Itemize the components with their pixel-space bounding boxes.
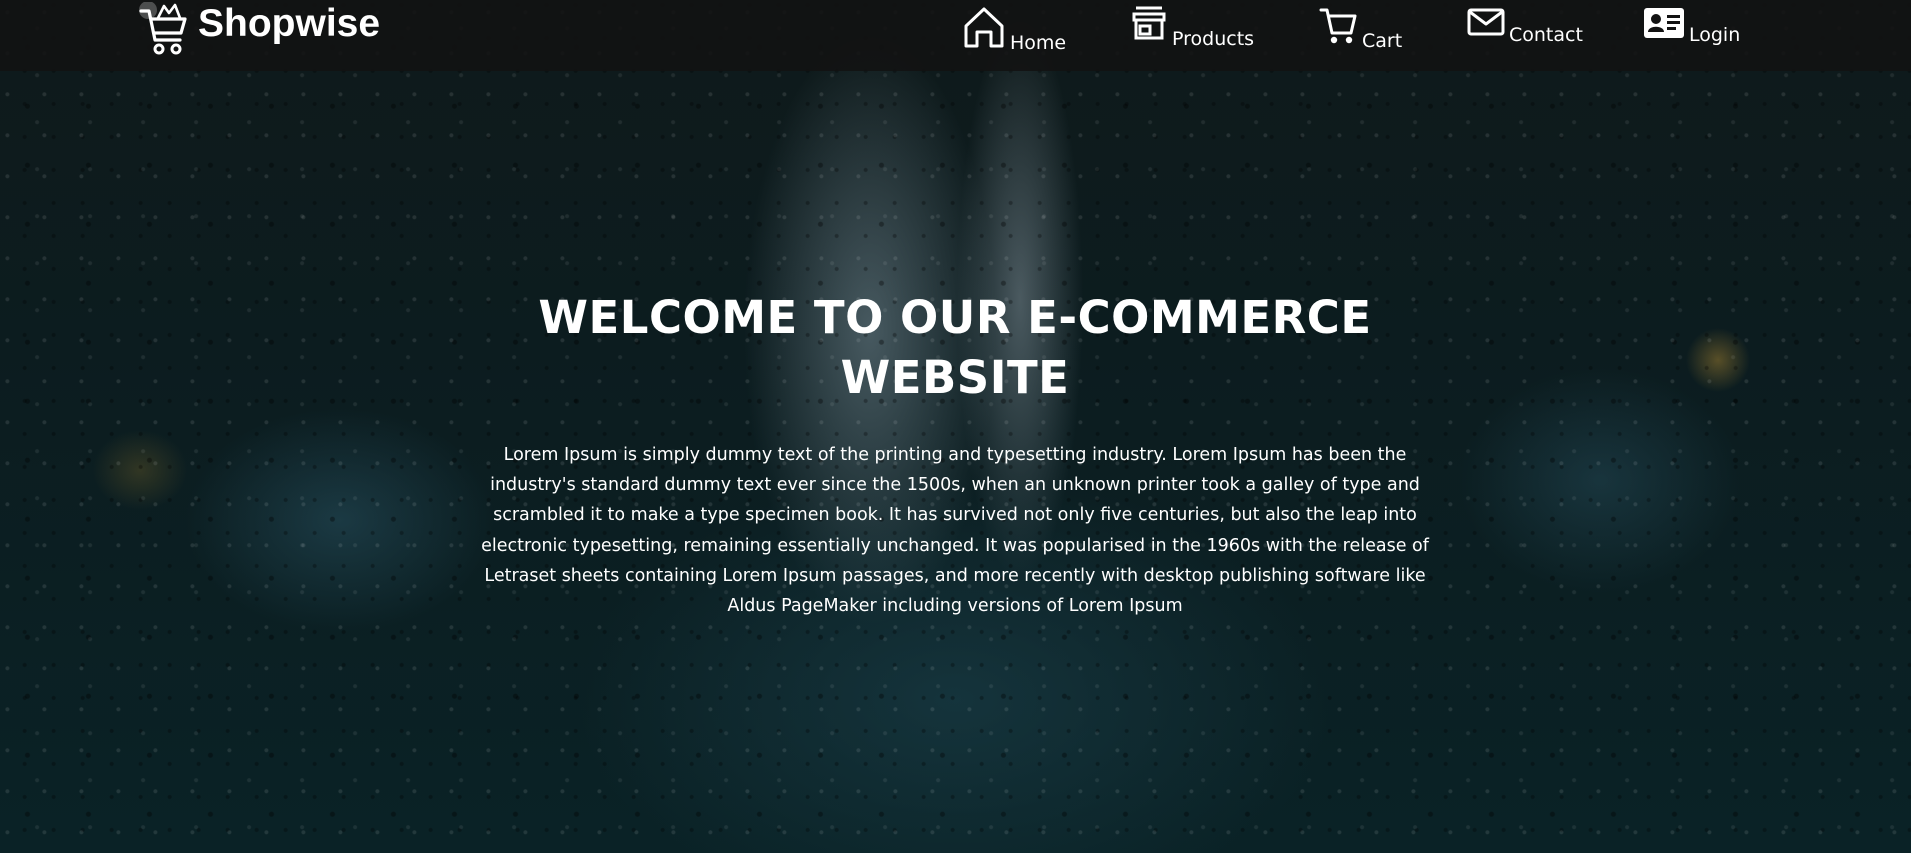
brand-logo[interactable]: Shopwise [138, 0, 380, 60]
nav-cart-label: Cart [1362, 30, 1403, 52]
hero-title: WELCOME TO OUR E-COMMERCE WEBSITE [538, 291, 1372, 404]
nav-cart[interactable]: Cart [1318, 4, 1403, 52]
nav-contact-label: Contact [1509, 24, 1583, 46]
navbar: Shopwise Home Products Cart Contact Logi… [0, 0, 1911, 71]
nav-products-label: Products [1172, 28, 1255, 50]
store-icon [1130, 4, 1168, 48]
hero-section: Shopwise Home Products Cart Contact Logi… [0, 0, 1911, 853]
nav-home-label: Home [1010, 32, 1067, 54]
shopping-cart-icon [138, 2, 188, 58]
id-card-icon [1643, 4, 1685, 44]
nav-login-label: Login [1689, 24, 1741, 46]
nav-home[interactable]: Home [962, 4, 1067, 54]
hero-description: Lorem Ipsum is simply dummy text of the … [481, 445, 1429, 617]
cart-icon [1318, 4, 1358, 50]
hero-content: WELCOME TO OUR E-COMMERCE WEBSITE Lorem … [455, 288, 1455, 621]
nav-contact[interactable]: Contact [1467, 4, 1583, 46]
nav-login[interactable]: Login [1643, 4, 1741, 46]
brand-name: Shopwise [198, 2, 381, 45]
nav-products[interactable]: Products [1130, 4, 1255, 50]
home-icon [962, 4, 1006, 52]
envelope-icon [1467, 4, 1505, 44]
